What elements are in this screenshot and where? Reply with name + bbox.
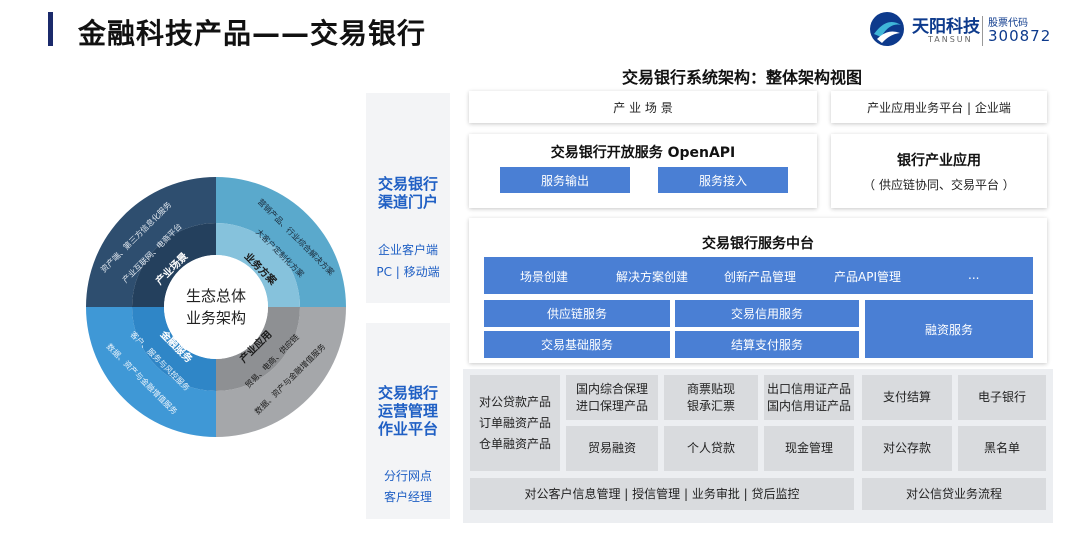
service-access-block: 服务接入 — [658, 167, 788, 193]
bill-line-2: 银承汇票 — [686, 398, 735, 413]
industry-scene-label: 产 业 场 景 — [613, 101, 673, 115]
channel-portal-title-2: 渠道门户 — [377, 193, 438, 211]
logo-en-name: TANSUN — [928, 35, 973, 44]
center-line-1: 生态总体 — [186, 287, 246, 305]
bill-line-1: 商票贴现 — [686, 381, 735, 396]
channel-portal-title-1: 交易银行 — [377, 175, 438, 193]
trade-finance-cell: 贸易融资 — [566, 426, 658, 471]
channel-portal-sub-2: PC | 移动端 — [376, 265, 440, 279]
service-output-block: 服务输出 — [500, 167, 630, 193]
corporate-loan-products: 对公贷款产品 订单融资产品 仓单融资产品 — [470, 375, 560, 471]
bank-industry-app-sub: （ 供应链协同、交易平台 ） — [863, 178, 1015, 192]
corp-loan-line-3: 仓单融资产品 — [478, 436, 551, 451]
architecture-title: 交易银行系统架构：整体架构视图 — [622, 68, 863, 87]
bank-industry-app-title: 银行产业应用 — [897, 153, 981, 169]
ops-platform-sub-1: 分行网点 — [383, 469, 432, 483]
payment-settlement-cell: 支付结算 — [862, 375, 952, 420]
ops-platform-title-2: 运营管理 — [377, 402, 438, 420]
e-banking-cell: 电子银行 — [958, 375, 1046, 420]
solution-create-label: 解决方案创建 — [616, 270, 689, 284]
page-title: 金融科技产品——交易银行 — [78, 17, 427, 50]
trade-credit-service: 交易信用服务 — [675, 300, 859, 327]
channel-portal-sub-1: 企业客户端 — [377, 243, 438, 257]
domestic-factoring-cell: 国内综合保理 进口保理产品 — [566, 375, 658, 420]
bill-discount-cell: 商票贴现 银承汇票 — [664, 375, 758, 420]
industry-scene-box: 产 业 场 景 — [469, 91, 817, 123]
stock-code: 300872 — [988, 27, 1052, 45]
industry-platform-label: 产业应用业务平台 | 企业端 — [867, 101, 1011, 115]
dom-factoring-line-2: 进口保理产品 — [575, 398, 648, 413]
ecosystem-ring-diagram: 生态总体 业务架构 产业场景 业务方案 产业应用 金融服务 资产端、第三方信息化… — [82, 173, 350, 441]
title-accent-bar — [48, 12, 53, 46]
blacklist-cell: 黑名单 — [958, 426, 1046, 471]
tansun-logo-icon — [870, 12, 904, 46]
corporate-info-mgmt-bar: 对公客户信息管理 | 授信管理 | 业务审批 | 贷后监控 — [470, 478, 854, 510]
corporate-deposit-cell: 对公存款 — [862, 426, 952, 471]
more-ellipsis-label: ... — [968, 268, 980, 282]
ops-platform-title-3: 作业平台 — [377, 420, 438, 438]
company-logo: 天阳科技 TANSUN 股票代码 300872 — [868, 8, 1068, 52]
scene-create-label: 场景创建 — [520, 270, 569, 284]
lc-line-1: 出口信用证产品 — [766, 381, 851, 396]
bank-industry-app-box: 银行产业应用 （ 供应链协同、交易平台 ） — [831, 134, 1047, 208]
corp-loan-line-1: 对公贷款产品 — [478, 394, 551, 409]
industry-platform-box: 产业应用业务平台 | 企业端 — [831, 91, 1047, 123]
corp-loan-line-2: 订单融资产品 — [478, 415, 551, 430]
corporate-credit-process-bar: 对公信贷业务流程 — [862, 478, 1046, 510]
cash-management-cell: 现金管理 — [764, 426, 854, 471]
product-api-label: 产品API管理 — [834, 270, 901, 284]
trade-basic-service: 交易基础服务 — [484, 331, 670, 358]
center-line-2: 业务架构 — [186, 309, 246, 327]
middle-platform-title: 交易银行服务中台 — [702, 236, 814, 252]
financing-service: 融资服务 — [865, 300, 1033, 358]
letter-of-credit-cell: 出口信用证产品 国内信用证产品 — [764, 375, 854, 420]
settlement-payment-service: 结算支付服务 — [675, 331, 859, 358]
ops-platform-title-1: 交易银行 — [377, 384, 438, 402]
personal-loan-cell: 个人贷款 — [664, 426, 758, 471]
logo-cn-name: 天阳科技 — [912, 17, 980, 37]
innovation-product-label: 创新产品管理 — [724, 270, 797, 284]
ops-platform-sub-2: 客户经理 — [383, 490, 432, 504]
logo-divider — [982, 16, 983, 46]
ecosystem-ring-svg: 生态总体 业务架构 产业场景 业务方案 产业应用 金融服务 资产端、第三方信息化… — [86, 177, 346, 437]
supply-chain-service: 供应链服务 — [484, 300, 670, 327]
openapi-title: 交易银行开放服务 OpenAPI — [550, 145, 736, 161]
lc-line-2: 国内信用证产品 — [766, 398, 851, 413]
dom-factoring-line-1: 国内综合保理 — [575, 381, 648, 396]
